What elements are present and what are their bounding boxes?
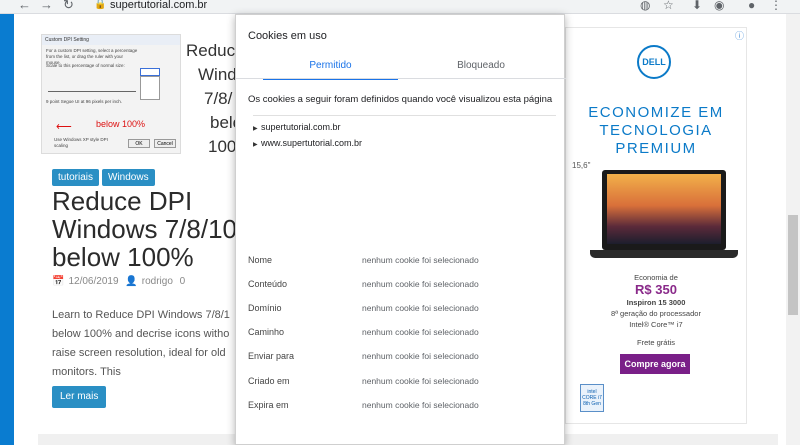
- field-value-expira-em: nenhum cookie foi selecionado: [362, 400, 479, 410]
- field-label-caminho: Caminho: [248, 327, 285, 337]
- tag-tutoriais[interactable]: tutoriais: [52, 169, 100, 186]
- forward-icon[interactable]: →: [40, 0, 53, 13]
- dell-logo: DELL: [637, 45, 671, 79]
- post-meta: 📅 12/06/2019 👤 rodrigo 0: [52, 276, 189, 287]
- field-label-conteudo: Conteúdo: [248, 279, 288, 289]
- cookie-blocked-icon[interactable]: ◍: [640, 0, 650, 13]
- post-date: 12/06/2019: [68, 276, 119, 287]
- ad-price: R$ 350: [635, 282, 677, 297]
- ad-shipping: Frete grátis: [637, 338, 675, 347]
- address-url[interactable]: supertutorial.com.br: [110, 0, 207, 11]
- excerpt-line: raise screen resolution, ideal for old: [52, 347, 226, 359]
- domain-label: supertutorial.com.br: [261, 122, 341, 132]
- thumbnail-font-sample: 9 point Segoe UI at 96 pixels per inch.: [46, 99, 123, 104]
- post-thumbnail[interactable]: Custom DPI Setting For a custom DPI sett…: [41, 34, 181, 154]
- field-label-criado-em: Criado em: [248, 376, 290, 386]
- domain-item[interactable]: ▶ www.supertutorial.com.br: [253, 138, 362, 148]
- thumbnail-ruler: [48, 80, 136, 92]
- field-value-caminho: nenhum cookie foi selecionado: [362, 327, 479, 337]
- field-label-expira-em: Expira em: [248, 400, 289, 410]
- ad-economia: Economia de: [634, 273, 678, 282]
- cookies-popup: Cookies em uso Permitido Bloqueado Os co…: [235, 14, 566, 445]
- thumbnail-scale-list: [140, 76, 160, 100]
- ad-buy-button[interactable]: Compre agora: [620, 354, 690, 374]
- ad-headline-line: TECNOLOGIA: [599, 122, 713, 139]
- thumbnail-below-label: below 100%: [96, 119, 146, 129]
- popup-description: Os cookies a seguir foram definidos quan…: [248, 94, 553, 105]
- laptop-image: [590, 170, 738, 262]
- thumbnail-scale-label: Scale to this percentage of normal size:: [46, 63, 125, 68]
- page-scrollbar-thumb[interactable]: [788, 215, 798, 315]
- ad-screen-size: 15,6": [572, 161, 591, 170]
- field-value-conteudo: nenhum cookie foi selecionado: [362, 279, 479, 289]
- field-label-dominio: Domínio: [248, 303, 282, 313]
- ad-model: Inspiron 15 3000: [626, 298, 686, 307]
- tag-windows[interactable]: Windows: [102, 169, 155, 186]
- ad-headline-line: ECONOMIZE EM: [588, 104, 724, 121]
- profile-avatar-icon[interactable]: ●: [748, 0, 755, 13]
- excerpt-line: below 100% and decrise icons witho: [52, 328, 230, 340]
- browser-toolbar: ← → ↻ 🔒 supertutorial.com.br ◍ ☆ ⬇ ◉ ● ⋮: [0, 0, 800, 14]
- back-icon[interactable]: ←: [18, 0, 31, 13]
- post-title[interactable]: Reduce DPI Windows 7/8/10 below 100%: [52, 187, 242, 271]
- thumbnail-checkbox-label: Use Windows XP style DPI scaling: [54, 137, 108, 148]
- red-arrow-icon: ⟵: [56, 121, 72, 133]
- popup-title: Cookies em uso: [248, 30, 327, 42]
- ad-info-icon[interactable]: ⓘ: [735, 29, 744, 42]
- post-author[interactable]: rodrigo: [142, 276, 173, 287]
- tab-permitido[interactable]: Permitido: [263, 60, 398, 80]
- excerpt-line: monitors. This: [52, 366, 121, 378]
- ad-processor-line: 8ª geração do processador: [611, 309, 701, 318]
- field-value-criado-em: nenhum cookie foi selecionado: [362, 376, 479, 386]
- extension-icon[interactable]: ◉: [714, 0, 724, 13]
- post-comments[interactable]: 0: [180, 276, 186, 287]
- reload-icon[interactable]: ↻: [63, 0, 74, 13]
- bookmark-star-icon[interactable]: ☆: [663, 0, 674, 13]
- dell-ad[interactable]: ⓘ DELL ECONOMIZE EM TECNOLOGIA PREMIUM 1…: [565, 27, 747, 424]
- address-bar[interactable]: 🔒 supertutorial.com.br: [88, 0, 628, 13]
- cookie-domain-tree: ▶ supertutorial.com.br ▶ www.supertutorial…: [253, 115, 556, 155]
- field-label-nome: Nome: [248, 255, 273, 265]
- calendar-icon: 📅: [52, 276, 65, 287]
- thumbnail-cancel-button: Cancel: [154, 139, 176, 148]
- excerpt-line: Learn to Reduce DPI Windows 7/8/1: [52, 309, 230, 321]
- field-value-dominio: nenhum cookie foi selecionado: [362, 303, 479, 313]
- thumbnail-scale-select: [140, 68, 160, 76]
- ad-processor-line: Intel® Core™ i7: [629, 320, 683, 329]
- ad-headline-line: PREMIUM: [615, 140, 697, 157]
- lock-icon[interactable]: 🔒: [94, 0, 106, 10]
- expand-triangle-icon[interactable]: ▶: [253, 141, 261, 148]
- post-excerpt: Learn to Reduce DPI Windows 7/8/1 below …: [52, 306, 236, 382]
- field-value-enviar-para: nenhum cookie foi selecionado: [362, 351, 479, 361]
- read-more-button[interactable]: Ler mais: [52, 386, 107, 408]
- download-icon[interactable]: ⬇: [692, 0, 702, 13]
- intel-badge: intel CORE i7 8th Gen: [580, 384, 604, 412]
- domain-label: www.supertutorial.com.br: [261, 138, 363, 148]
- thumbnail-dialog-title: Custom DPI Setting: [42, 35, 180, 45]
- thumbnail-ok-button: OK: [128, 139, 150, 148]
- field-value-nome: nenhum cookie foi selecionado: [362, 255, 479, 265]
- author-icon: 👤: [125, 276, 138, 287]
- expand-triangle-icon[interactable]: ▶: [253, 125, 261, 132]
- tab-bloqueado[interactable]: Bloqueado: [411, 60, 551, 80]
- field-label-enviar-para: Enviar para: [248, 351, 295, 361]
- browser-menu-icon[interactable]: ⋮: [770, 0, 782, 13]
- tab-divider: [236, 78, 566, 79]
- domain-item[interactable]: ▶ supertutorial.com.br: [253, 122, 341, 132]
